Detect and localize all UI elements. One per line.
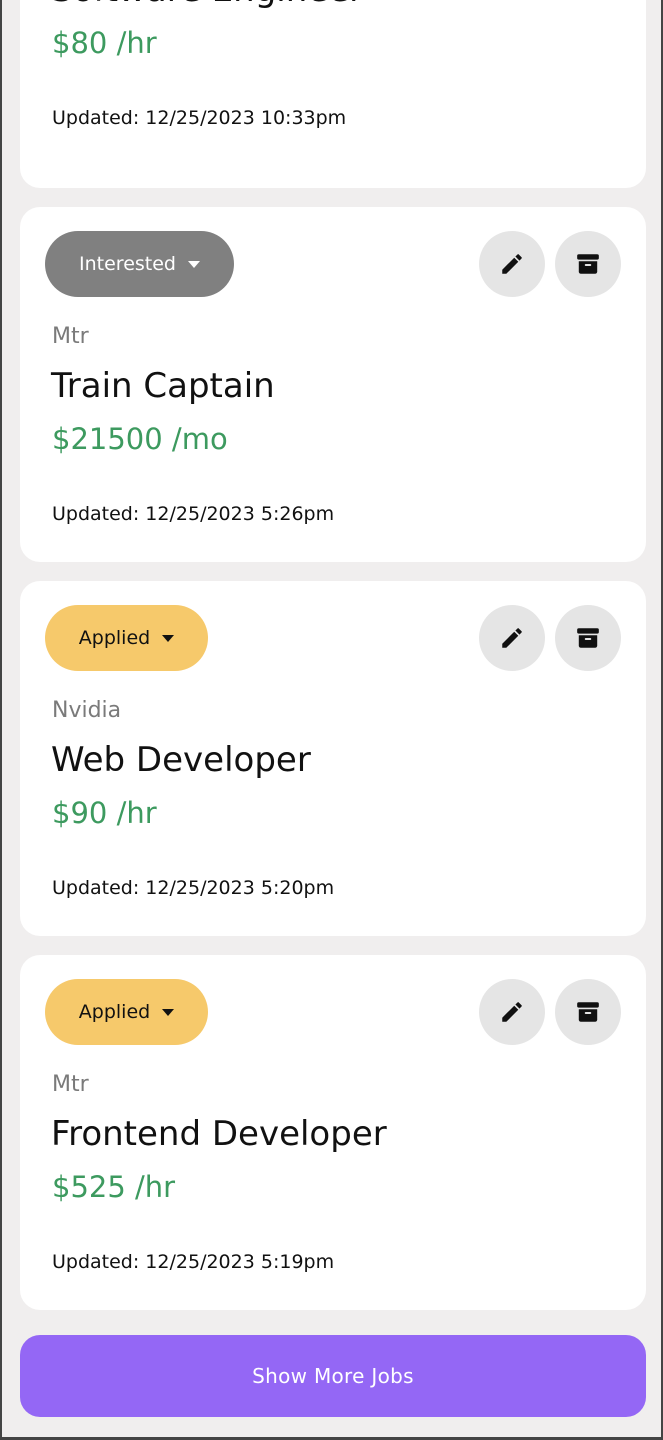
caret-down-icon: [162, 1008, 175, 1016]
caret-down-icon: [187, 260, 200, 268]
archive-button[interactable]: [555, 231, 621, 297]
status-label: Applied: [78, 1001, 151, 1023]
job-salary: $90 /hr: [52, 796, 157, 830]
job-title: Train Captain: [51, 366, 275, 406]
job-card[interactable]: Applied Nvidia Web Developer $90 /hr Upd…: [20, 581, 646, 936]
job-updated-timestamp: Updated: 12/25/2023 5:26pm: [52, 503, 335, 525]
status-dropdown[interactable]: Applied: [45, 605, 208, 671]
pencil-icon: [502, 1002, 522, 1022]
job-title: Web Developer: [51, 740, 311, 780]
edit-button[interactable]: [479, 979, 545, 1045]
archive-button[interactable]: [555, 979, 621, 1045]
job-salary: $80 /hr: [52, 26, 157, 60]
job-updated-timestamp: Updated: 12/25/2023 5:19pm: [52, 1251, 335, 1273]
status-dropdown[interactable]: Applied: [45, 979, 208, 1045]
edit-button[interactable]: [479, 605, 545, 671]
archive-button[interactable]: [555, 605, 621, 671]
show-more-jobs-button[interactable]: Show More Jobs: [20, 1335, 646, 1417]
archive-icon: [577, 254, 599, 274]
pencil-icon: [502, 254, 522, 274]
archive-icon: [577, 1002, 599, 1022]
edit-button[interactable]: [479, 231, 545, 297]
company-name: Mtr: [52, 324, 89, 349]
job-card[interactable]: Applied Mtr Frontend Developer $525 /hr …: [20, 955, 646, 1310]
job-card[interactable]: Software Engineer $80 /hr Updated: 12/25…: [20, 0, 646, 188]
status-dropdown[interactable]: Interested: [45, 231, 234, 297]
job-title: Frontend Developer: [51, 1114, 387, 1154]
window-border-left: [0, 0, 2, 1440]
job-salary: $21500 /mo: [52, 422, 228, 456]
pencil-icon: [502, 628, 522, 648]
status-label: Interested: [79, 253, 176, 275]
company-name: Mtr: [52, 1072, 89, 1097]
company-name: Nvidia: [52, 698, 122, 723]
job-salary: $525 /hr: [52, 1170, 176, 1204]
caret-down-icon: [162, 634, 175, 642]
job-title: Software Engineer: [51, 0, 363, 10]
job-updated-timestamp: Updated: 12/25/2023 10:33pm: [52, 107, 347, 129]
status-label: Applied: [78, 627, 151, 649]
job-updated-timestamp: Updated: 12/25/2023 5:20pm: [52, 877, 335, 899]
archive-icon: [577, 628, 599, 648]
job-card[interactable]: Interested Mtr Train Captain $21500 /mo …: [20, 207, 646, 562]
